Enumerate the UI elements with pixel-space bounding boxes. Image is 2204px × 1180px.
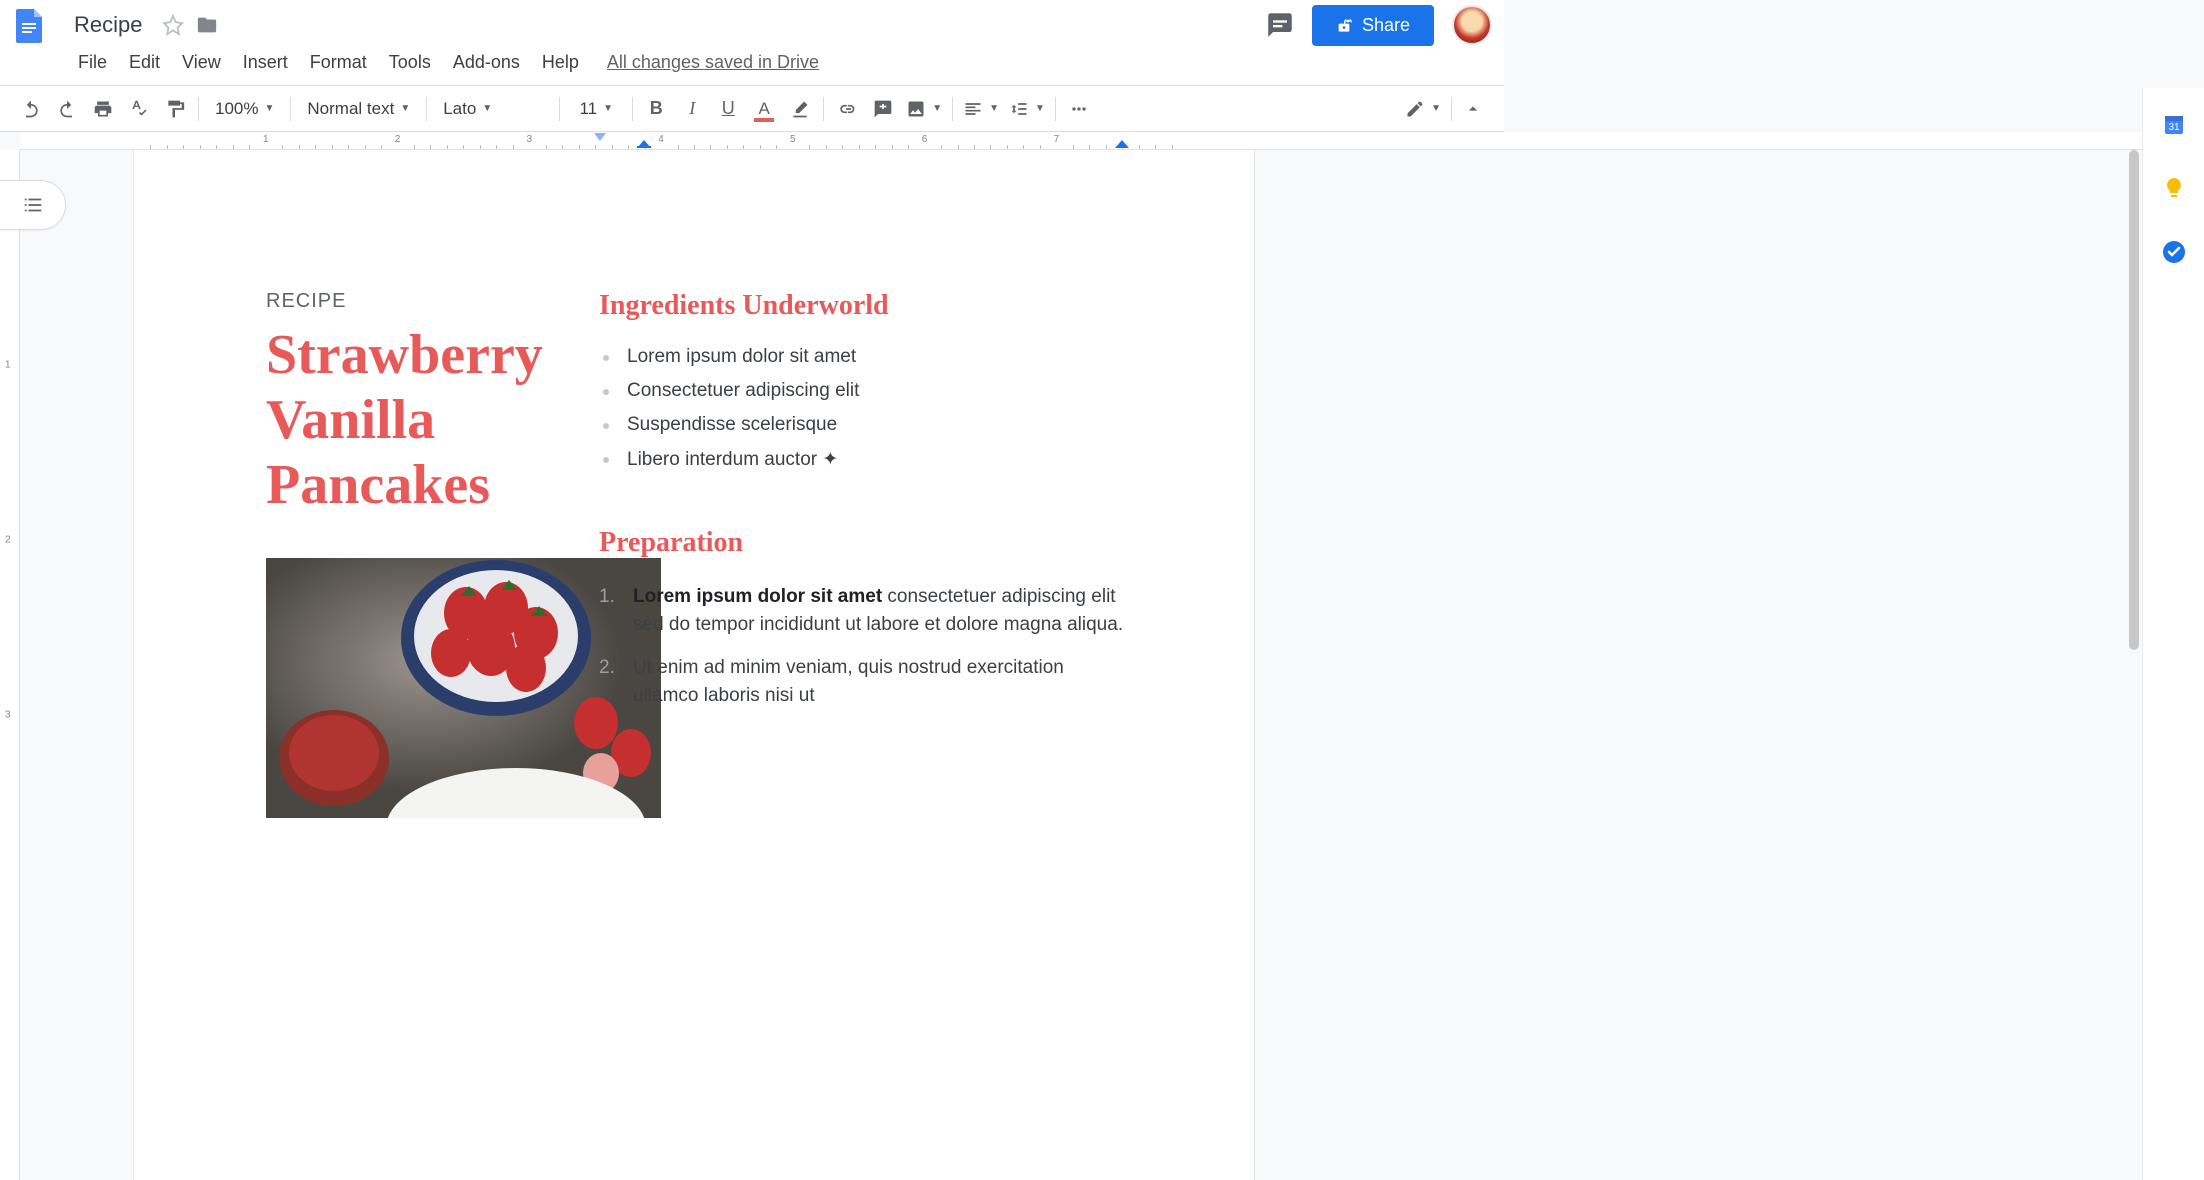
font-dropdown[interactable]: Lato▼	[433, 95, 553, 123]
ingredient-item[interactable]: Lorem ipsum dolor sit amet	[599, 340, 1134, 374]
collapse-toolbar-icon[interactable]	[1456, 93, 1490, 125]
spellcheck-icon[interactable]	[122, 93, 156, 125]
line-spacing-icon[interactable]: ▼	[1005, 95, 1049, 123]
ingredient-item[interactable]: Consectetuer adipiscing elit	[599, 374, 1134, 408]
paint-format-icon[interactable]	[158, 93, 192, 125]
menu-file[interactable]: File	[68, 46, 117, 79]
undo-icon[interactable]	[14, 93, 48, 125]
svg-text:31: 31	[2168, 122, 2180, 133]
insert-link-icon[interactable]	[830, 93, 864, 125]
side-panel: 31	[2142, 88, 2204, 1180]
print-icon[interactable]	[86, 93, 120, 125]
document-page[interactable]: RECIPE Strawberry Vanilla Pancakes	[134, 150, 1254, 1180]
account-avatar[interactable]	[1452, 5, 1492, 45]
redo-icon[interactable]	[50, 93, 84, 125]
share-button-label: Share	[1362, 15, 1410, 36]
highlight-icon[interactable]	[783, 93, 817, 125]
horizontal-ruler[interactable]: 1234567	[20, 132, 2142, 150]
menu-insert[interactable]: Insert	[233, 46, 298, 79]
step-item[interactable]: 2.Ut enim ad minim veniam, quis nostrud …	[599, 648, 1134, 719]
vertical-ruler[interactable]: 1123	[0, 150, 20, 1180]
keep-icon[interactable]	[2160, 174, 2188, 202]
ingredients-heading[interactable]: Ingredients Underworld	[599, 290, 1134, 322]
menu-format[interactable]: Format	[300, 46, 377, 79]
doc-title-input[interactable]: Recipe	[66, 9, 150, 41]
zoom-dropdown[interactable]: 100%▼	[205, 95, 284, 123]
menu-tools[interactable]: Tools	[379, 46, 441, 79]
save-status[interactable]: All changes saved in Drive	[607, 52, 819, 73]
editing-mode-dropdown[interactable]: ▼	[1399, 95, 1447, 123]
menu-help[interactable]: Help	[532, 46, 589, 79]
step-item[interactable]: 1.Lorem ipsum dolor sit amet consectetue…	[599, 577, 1134, 648]
tasks-icon[interactable]	[2160, 238, 2188, 266]
docs-logo[interactable]	[12, 7, 48, 43]
menu-addons[interactable]: Add-ons	[443, 46, 530, 79]
insert-comment-icon[interactable]	[866, 93, 900, 125]
comments-icon[interactable]	[1266, 11, 1294, 39]
ingredient-item[interactable]: Suspendisse scelerisque	[599, 408, 1134, 442]
star-icon[interactable]	[162, 14, 184, 36]
menu-edit[interactable]: Edit	[119, 46, 170, 79]
font-size-dropdown[interactable]: 11▼	[566, 95, 626, 123]
more-icon[interactable]	[1062, 93, 1096, 125]
ingredient-item[interactable]: Libero interdum auctor ✦	[599, 442, 1134, 477]
paragraph-style-dropdown[interactable]: Normal text▼	[297, 95, 420, 123]
toolbar: 100%▼ Normal text▼ Lato▼ 11▼ B I U A ▼ ▼…	[0, 86, 1504, 132]
doc-title-heading[interactable]: Strawberry Vanilla Pancakes	[266, 323, 529, 518]
insert-image-icon[interactable]: ▼	[902, 95, 946, 123]
text-color-icon[interactable]: A	[747, 93, 781, 125]
preparation-heading[interactable]: Preparation	[599, 527, 1134, 559]
italic-icon[interactable]: I	[675, 93, 709, 125]
doc-eyebrow[interactable]: RECIPE	[266, 290, 529, 313]
calendar-icon[interactable]: 31	[2160, 110, 2188, 138]
bold-icon[interactable]: B	[639, 93, 673, 125]
share-button[interactable]: Share	[1312, 5, 1434, 46]
move-to-folder-icon[interactable]	[196, 14, 218, 36]
menu-view[interactable]: View	[172, 46, 231, 79]
align-icon[interactable]: ▼	[959, 95, 1003, 123]
underline-icon[interactable]: U	[711, 93, 745, 125]
